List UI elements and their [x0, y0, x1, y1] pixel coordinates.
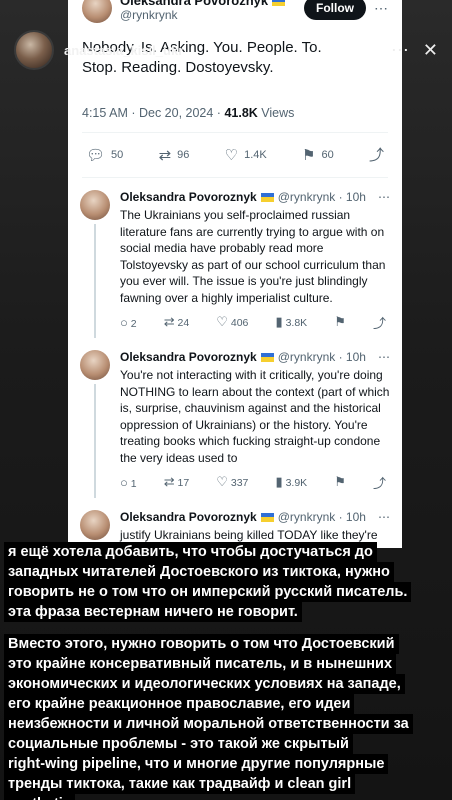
caption-line: это крайне консервативный писатель, и в … — [4, 654, 397, 674]
caption-line: я ещё хотела добавить, что чтобы достуча… — [4, 542, 377, 562]
analytics-icon: ▮ — [275, 474, 283, 489]
caption-line: Вместо этого, нужно говорить о том что Д… — [4, 634, 399, 654]
bookmark-icon: ⚑ — [302, 146, 316, 164]
like-button[interactable]: ♡ 337 — [216, 474, 248, 490]
author-name: Oleksandra Povoroznyk — [120, 190, 257, 204]
reply-tweet[interactable]: Oleksandra Povoroznyk @rynkrynk · 10h ⋯ … — [68, 338, 402, 498]
share-button[interactable]: ⤴ — [369, 148, 384, 163]
share-icon: ⤴ — [372, 315, 386, 331]
author-name: Oleksandra Povoroznyk — [120, 350, 257, 364]
share-icon: ⤴ — [372, 475, 386, 491]
views-label: Views — [257, 106, 295, 120]
author-handle: @rynkrynk · 10h — [277, 190, 366, 204]
tweet-screenshot: Oleksandra Povoroznyk @rynkrynk Follow ⋯… — [68, 0, 402, 548]
avatar — [80, 350, 110, 380]
story-caption-1: я ещё хотела добавить, что чтобы достуча… — [0, 542, 452, 622]
caption-line: экономических и идеологических условиях … — [4, 674, 405, 694]
caption-line: эта фраза вестернам ничего не говорит. — [4, 602, 302, 622]
caption-line: неизбежности и личной моральной ответств… — [4, 714, 413, 734]
more-options-icon[interactable]: ⋯ — [378, 190, 390, 204]
author-name: Oleksandra Povoroznyk — [120, 510, 257, 524]
tweet-meta: 4:15 AM · Dec 20, 2024 · 41.8K Views — [82, 106, 388, 120]
story-caption-2: Вместо этого, нужно говорить о том что Д… — [0, 634, 452, 800]
author-handle: @rynkrynk · 10h — [277, 350, 366, 364]
bookmark-button[interactable]: ⚑ — [334, 314, 346, 330]
share-button[interactable]: ⤴ — [373, 473, 386, 492]
main-tweet-header: Oleksandra Povoroznyk @rynkrynk Follow ⋯ — [82, 0, 388, 23]
share-button[interactable]: ⤴ — [373, 313, 386, 332]
tweet-text: You're not interacting with it criticall… — [120, 368, 390, 465]
story-username[interactable]: anastasia_kisil_ukr — [64, 43, 183, 58]
retweet-button[interactable]: ⇄ 17 — [164, 474, 190, 490]
author-handle: @rynkrynk · 10h — [277, 510, 366, 524]
thread-line — [94, 384, 96, 498]
ukraine-flag-icon — [260, 512, 274, 522]
avatar — [82, 0, 112, 23]
analytics-icon: ▮ — [275, 314, 283, 329]
reply-button[interactable]: ○ 1 — [120, 475, 137, 490]
bookmark-icon: ⚑ — [334, 314, 346, 329]
more-options-icon[interactable]: ⋯ — [378, 510, 390, 524]
tweet-actions: ○ 2 ⇄ 24 ♡ 406 ▮ 3.8K ⚑ ⤴ — [120, 306, 390, 338]
thread-line — [94, 224, 96, 338]
caption-line: говорить не о том что он имперский русск… — [4, 582, 412, 602]
tweet-actions: ○ 1 ⇄ 17 ♡ 337 ▮ 3.9K ⚑ ⤴ — [120, 466, 390, 498]
close-icon[interactable]: ✕ — [423, 41, 438, 59]
like-button[interactable]: ♡ 406 — [216, 314, 248, 330]
ukraine-flag-icon — [260, 192, 274, 202]
main-tweet: Oleksandra Povoroznyk @rynkrynk Follow ⋯… — [68, 0, 402, 178]
caption-line: тренды тиктока, такие как традвайф и cle… — [4, 774, 356, 794]
author-name: Oleksandra Povoroznyk — [120, 0, 269, 8]
views-button[interactable]: ▮ 3.8K — [275, 314, 307, 330]
reply-icon: ○ — [120, 474, 128, 490]
tweet-text: The Ukrainians you self-proclaimed russi… — [120, 208, 386, 305]
caption-line: западных читателей Достоевского из тикто… — [4, 562, 394, 582]
story-header: anastasia_kisil_ukr ⋯ ✕ — [14, 28, 438, 72]
reply-tweet[interactable]: Oleksandra Povoroznyk @rynkrynk · 10h ⋯ … — [68, 498, 402, 548]
more-icon[interactable]: ⋯ — [391, 41, 409, 59]
more-options-icon[interactable]: ⋯ — [374, 0, 388, 17]
retweet-icon: ⇄ — [163, 474, 175, 489]
caption-line: right-wing pipeline, что и многие другие… — [4, 754, 389, 774]
caption-line: aesthetic — [4, 794, 75, 800]
author-handle: @rynkrynk — [120, 8, 178, 22]
reply-icon: 💬︎ — [86, 146, 106, 164]
retweet-icon: ⇄ — [163, 314, 175, 329]
avatar — [80, 510, 110, 540]
view-count: 41.8K — [224, 106, 258, 120]
retweet-button[interactable]: ⇄ 96 — [159, 148, 190, 163]
tweet-actions: 💬︎ 50 ⇄ 96 ♡ 1.4K ⚑ 60 ⤴ — [82, 133, 388, 177]
ukraine-flag-icon — [271, 0, 285, 7]
heart-icon: ♡ — [216, 314, 228, 329]
reply-tweet[interactable]: Oleksandra Povoroznyk @rynkrynk · 10h ⋯ … — [68, 178, 402, 338]
reply-icon: ○ — [120, 314, 128, 330]
heart-icon: ♡ — [216, 474, 228, 489]
more-options-icon[interactable]: ⋯ — [378, 350, 390, 364]
bookmark-button[interactable]: ⚑ 60 — [302, 148, 334, 163]
reply-button[interactable]: ○ 2 — [120, 315, 137, 330]
caption-line: социальные проблемы - это такой же скрыт… — [4, 734, 353, 754]
bookmark-button[interactable]: ⚑ — [334, 474, 346, 490]
reply-button[interactable]: 💬︎ 50 — [86, 148, 123, 163]
like-button[interactable]: ♡ 1.4K — [225, 148, 267, 163]
ukraine-flag-icon — [260, 352, 274, 362]
avatar[interactable] — [14, 30, 54, 70]
tweet-timestamp: 4:15 AM · Dec 20, 2024 · — [82, 106, 225, 120]
follow-button[interactable]: Follow — [304, 0, 366, 20]
retweet-icon: ⇄ — [158, 146, 172, 164]
bookmark-icon: ⚑ — [334, 474, 346, 489]
views-button[interactable]: ▮ 3.9K — [275, 474, 307, 490]
heart-icon: ♡ — [224, 146, 239, 164]
caption-line: его крайне реакционное православие, его … — [4, 694, 355, 714]
share-icon: ⤴ — [368, 146, 384, 164]
avatar — [80, 190, 110, 220]
retweet-button[interactable]: ⇄ 24 — [164, 314, 190, 330]
